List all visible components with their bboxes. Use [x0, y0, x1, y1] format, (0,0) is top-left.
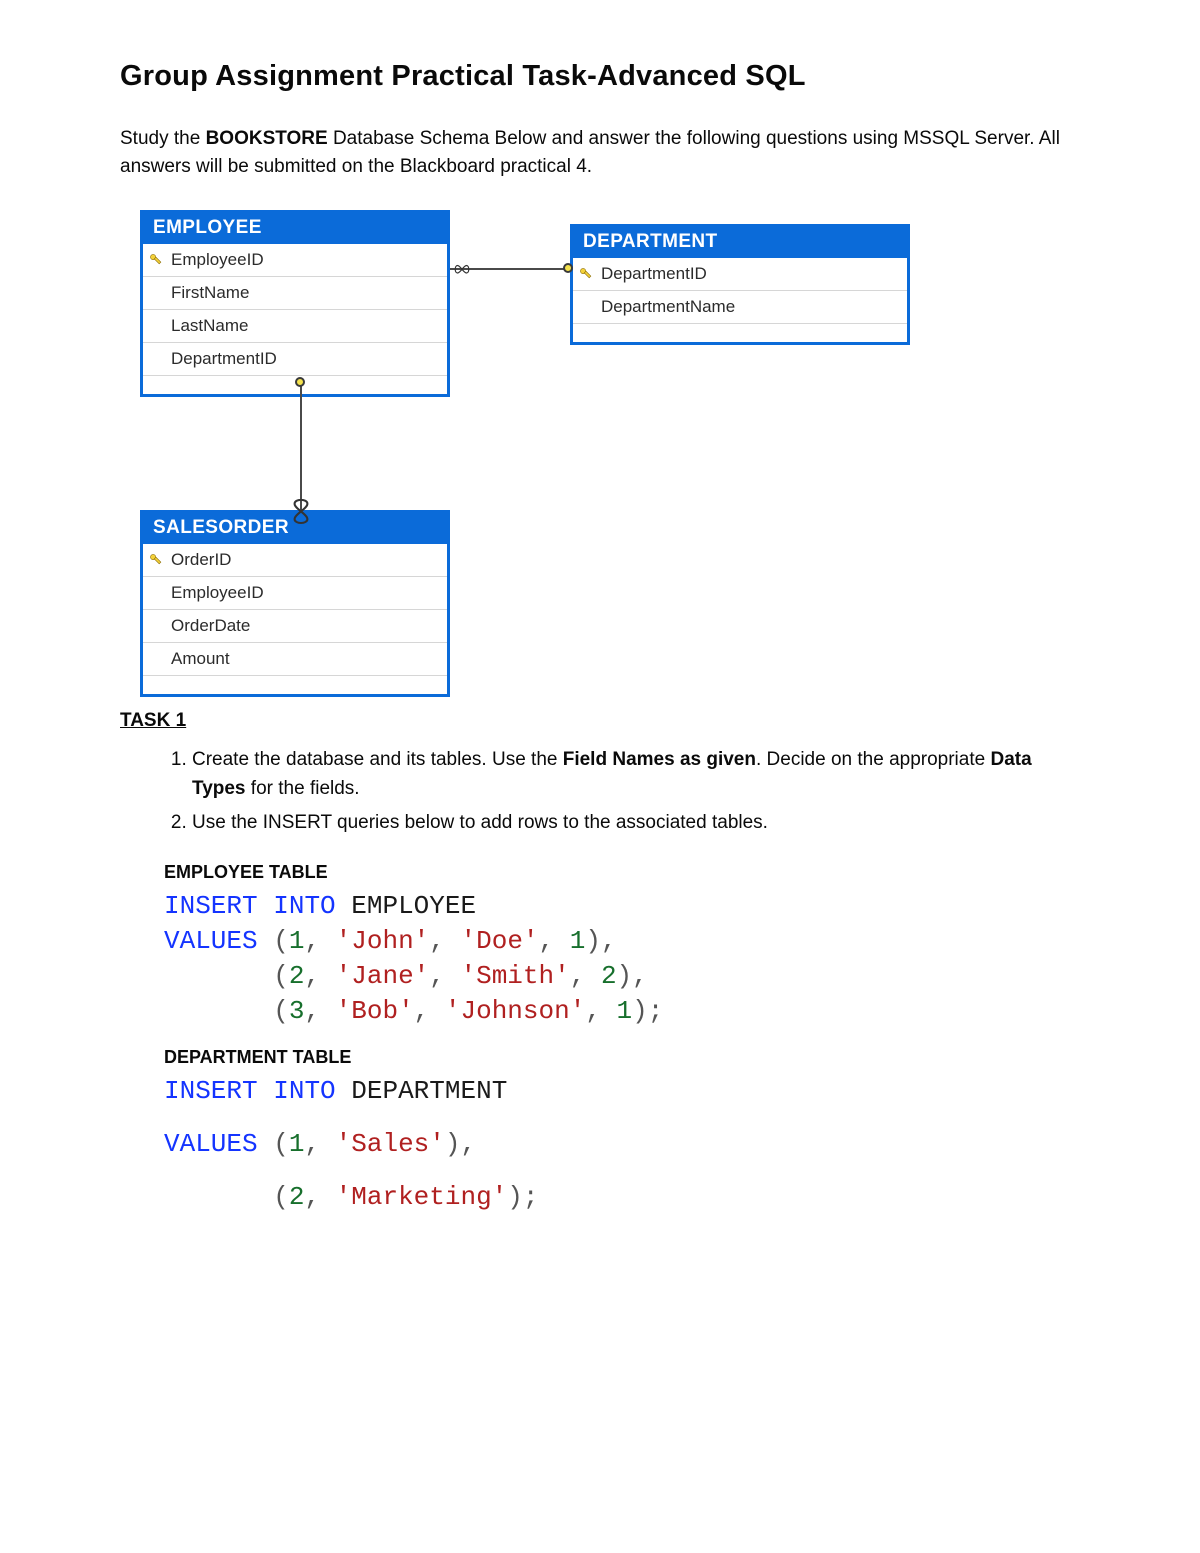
pk-key-icon — [573, 267, 599, 281]
intro-paragraph: Study the BOOKSTORE Database Schema Belo… — [120, 125, 1080, 180]
field-row: EmployeeID — [143, 576, 447, 609]
field-row: LastName — [143, 309, 447, 342]
field-row: DepartmentID — [143, 342, 447, 375]
task-item-1: Create the database and its tables. Use … — [192, 746, 1080, 803]
field-name: Amount — [169, 649, 230, 669]
field-name: FirstName — [169, 283, 249, 303]
pk-key-icon — [143, 553, 169, 567]
field-row: DepartmentName — [573, 290, 907, 323]
field-row: Amount — [143, 642, 447, 675]
sql-code-department: INSERT INTO DEPARTMENT VALUES (1, 'Sales… — [164, 1074, 1080, 1215]
field-name: DepartmentID — [169, 349, 277, 369]
intro-db-name: BOOKSTORE — [206, 128, 328, 149]
field-name: OrderID — [169, 550, 231, 570]
page-title: Group Assignment Practical Task-Advanced… — [120, 60, 1080, 93]
field-name: EmployeeID — [169, 583, 264, 603]
field-row: OrderDate — [143, 609, 447, 642]
document-page: Group Assignment Practical Task-Advanced… — [0, 0, 1200, 1553]
task-item-2: Use the INSERT queries below to add rows… — [192, 809, 1080, 838]
field-name: DepartmentID — [599, 264, 707, 284]
entity-salesorder: SALESORDER OrderID EmployeeID OrderDate … — [140, 510, 450, 697]
entity-department: DEPARTMENT DepartmentID DepartmentName — [570, 224, 910, 345]
intro-text-pre: Study the — [120, 128, 206, 149]
sql-section-header-department: DEPARTMENT TABLE — [164, 1047, 1080, 1068]
pk-key-icon — [143, 253, 169, 267]
field-row: OrderID — [143, 544, 447, 576]
field-name: LastName — [169, 316, 248, 336]
field-name: EmployeeID — [169, 250, 264, 270]
field-row: DepartmentID — [573, 258, 907, 290]
field-row: FirstName — [143, 276, 447, 309]
entity-employee-header: EMPLOYEE — [143, 213, 447, 244]
task-list: Create the database and its tables. Use … — [120, 746, 1080, 838]
sql-code-employee: INSERT INTO EMPLOYEE VALUES (1, 'John', … — [164, 889, 1080, 1029]
sql-section-header-employee: EMPLOYEE TABLE — [164, 862, 1080, 883]
entity-spacer — [143, 675, 447, 694]
infinity-icon — [453, 261, 471, 275]
relation-line — [300, 382, 302, 510]
field-name: OrderDate — [169, 616, 250, 636]
entity-employee: EMPLOYEE EmployeeID FirstName LastName D… — [140, 210, 450, 397]
infinity-icon — [292, 496, 310, 510]
field-row: EmployeeID — [143, 244, 447, 276]
entity-department-header: DEPARTMENT — [573, 227, 907, 258]
er-diagram: EMPLOYEE EmployeeID FirstName LastName D… — [140, 210, 1060, 690]
entity-spacer — [573, 323, 907, 342]
field-name: DepartmentName — [599, 297, 735, 317]
task-header: TASK 1 — [120, 710, 1080, 732]
